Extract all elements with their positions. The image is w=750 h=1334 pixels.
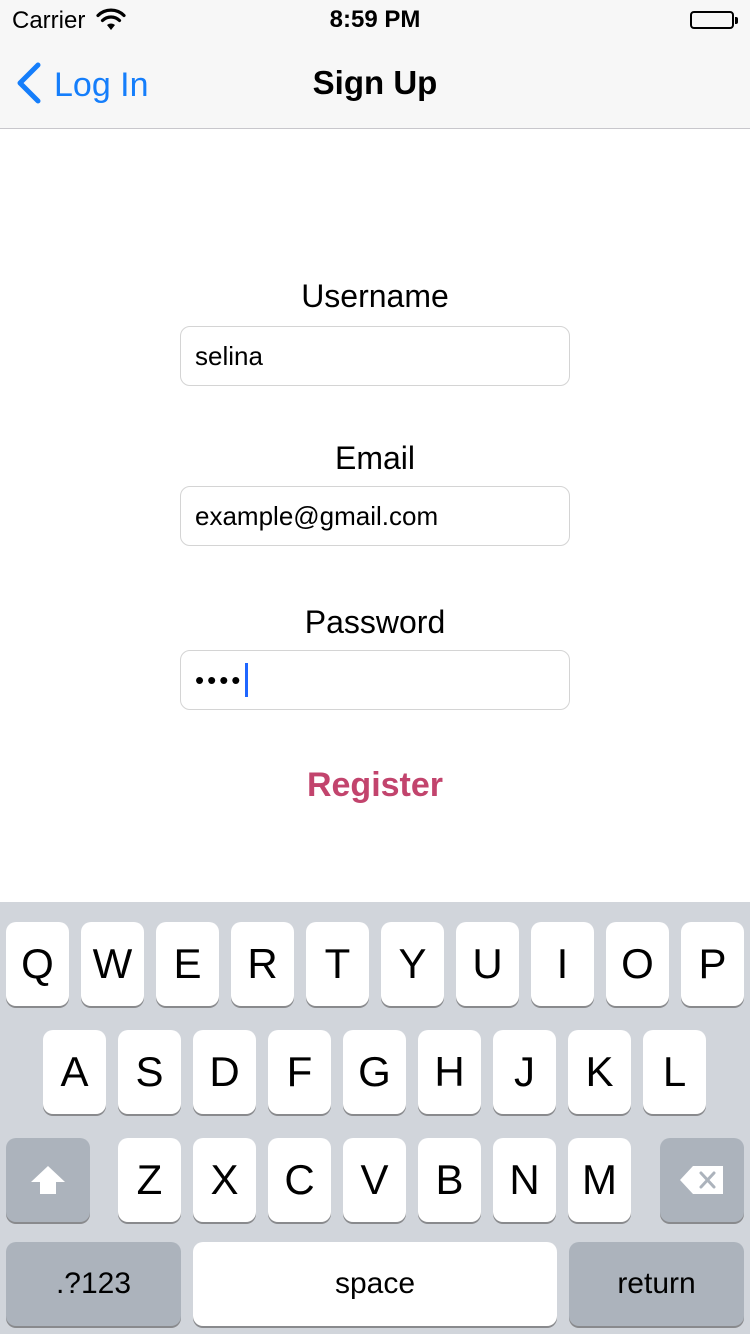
key-q[interactable]: Q [6, 922, 69, 1006]
password-label: Password [304, 604, 446, 640]
key-h[interactable]: H [418, 1030, 481, 1114]
key-x[interactable]: X [193, 1138, 256, 1222]
space-key[interactable]: space [193, 1242, 557, 1326]
keyboard: Q W E R T Y U I O P A S D F G H J K L Z … [0, 902, 750, 1334]
key-e[interactable]: E [156, 922, 219, 1006]
key-b[interactable]: B [418, 1138, 481, 1222]
shift-key[interactable] [6, 1138, 90, 1222]
key-c[interactable]: C [268, 1138, 331, 1222]
key-d[interactable]: D [193, 1030, 256, 1114]
shift-icon [29, 1164, 67, 1196]
key-r[interactable]: R [231, 922, 294, 1006]
password-field[interactable]: •••• [180, 650, 570, 710]
key-i[interactable]: I [531, 922, 594, 1006]
email-value: example@gmail.com [195, 500, 439, 531]
key-j[interactable]: J [493, 1030, 556, 1114]
delete-key[interactable] [660, 1138, 744, 1222]
key-m[interactable]: M [568, 1138, 631, 1222]
key-k[interactable]: K [568, 1030, 631, 1114]
key-u[interactable]: U [456, 922, 519, 1006]
backspace-icon [679, 1165, 725, 1195]
key-g[interactable]: G [343, 1030, 406, 1114]
navigation-bar: Carrier 8:59 PM Log In Sign Up [0, 0, 750, 129]
key-z[interactable]: Z [118, 1138, 181, 1222]
username-value: selina [195, 340, 263, 371]
key-t[interactable]: T [306, 922, 369, 1006]
return-key[interactable]: return [569, 1242, 744, 1326]
numbers-key[interactable]: .?123 [6, 1242, 181, 1326]
email-field[interactable]: example@gmail.com [180, 486, 570, 546]
password-value: •••• [195, 664, 244, 695]
key-v[interactable]: V [343, 1138, 406, 1222]
register-button[interactable]: Register [0, 766, 750, 805]
key-y[interactable]: Y [381, 922, 444, 1006]
key-o[interactable]: O [606, 922, 669, 1006]
key-a[interactable]: A [43, 1030, 106, 1114]
battery-icon [690, 11, 738, 29]
key-f[interactable]: F [268, 1030, 331, 1114]
key-l[interactable]: L [643, 1030, 706, 1114]
key-n[interactable]: N [493, 1138, 556, 1222]
username-label: Username [301, 278, 449, 314]
text-cursor [245, 663, 249, 697]
page-title: Sign Up [312, 64, 438, 101]
status-time: 8:59 PM [329, 6, 421, 33]
email-label: Email [334, 440, 415, 476]
username-field[interactable]: selina [180, 326, 570, 386]
key-s[interactable]: S [118, 1030, 181, 1114]
key-p[interactable]: P [681, 922, 744, 1006]
key-w[interactable]: W [81, 922, 144, 1006]
